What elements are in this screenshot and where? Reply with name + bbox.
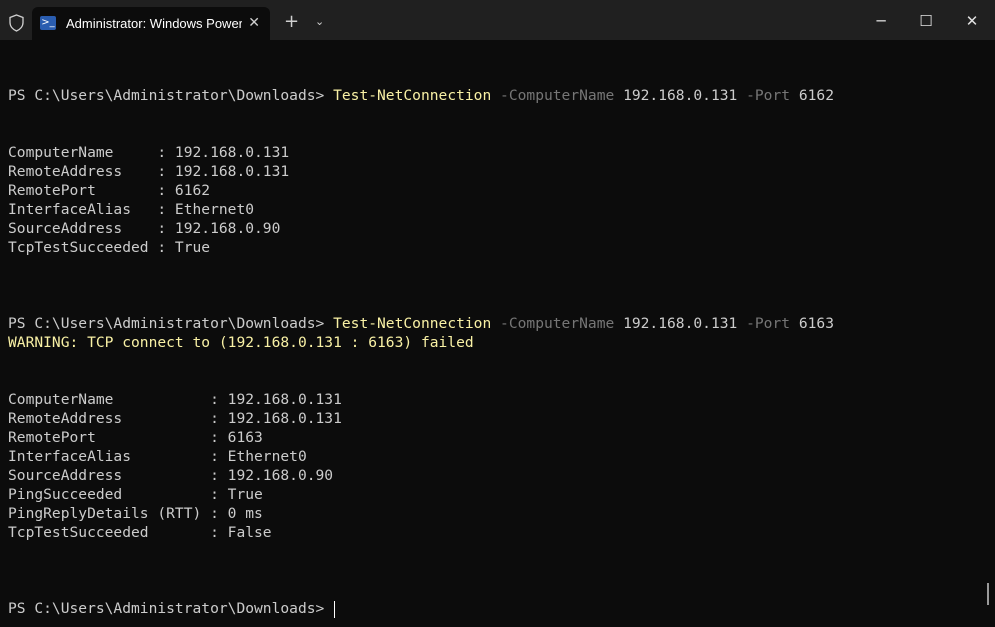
warning-line: WARNING: TCP connect to (192.168.0.131 :…: [8, 334, 474, 351]
prompt: PS C:\Users\Administrator\Downloads>: [8, 87, 334, 104]
prompt: PS C:\Users\Administrator\Downloads>: [8, 315, 334, 332]
terminal-output[interactable]: PS C:\Users\Administrator\Downloads> Tes…: [8, 86, 983, 618]
tab-title: Administrator: Windows PowerShell: [66, 16, 242, 31]
close-button[interactable]: ✕: [961, 10, 983, 32]
prompt: PS C:\Users\Administrator\Downloads>: [8, 600, 334, 617]
output-line: ComputerName : 192.168.0.131: [8, 391, 342, 408]
output-line: RemoteAddress : 192.168.0.131: [8, 163, 290, 180]
title-bar: >_ Administrator: Windows PowerShell ✕ +…: [0, 0, 995, 40]
output-line: PingReplyDetails (RTT) : 0 ms: [8, 505, 263, 522]
argument: 192.168.0.131: [623, 315, 738, 332]
output-line: SourceAddress : 192.168.0.90: [8, 467, 334, 484]
cmdlet: Test-NetConnection: [333, 315, 492, 332]
powershell-icon: >_: [40, 16, 56, 30]
chevron-down-icon[interactable]: ⌄: [315, 14, 324, 30]
output-line: RemotePort : 6163: [8, 429, 263, 446]
current-prompt-line[interactable]: PS C:\Users\Administrator\Downloads>: [8, 599, 983, 618]
new-tab-button[interactable]: +: [284, 12, 299, 32]
output-line: InterfaceAlias : Ethernet0: [8, 448, 307, 465]
output-line: PingSucceeded : True: [8, 486, 263, 503]
argument: 192.168.0.131: [623, 87, 738, 104]
minimize-button[interactable]: ─: [870, 10, 892, 32]
parameter: -Port: [746, 87, 791, 104]
parameter: -ComputerName: [500, 87, 615, 104]
output-line: TcpTestSucceeded : True: [8, 239, 211, 256]
argument: 6163: [798, 315, 834, 332]
cmdlet: Test-NetConnection: [333, 87, 492, 104]
command-line: PS C:\Users\Administrator\Downloads> Tes…: [8, 314, 983, 333]
argument: 6162: [798, 87, 834, 104]
parameter: -Port: [746, 315, 791, 332]
text-cursor: [334, 600, 336, 618]
output-line: ComputerName : 192.168.0.131: [8, 144, 290, 161]
command-line: PS C:\Users\Administrator\Downloads> Tes…: [8, 86, 983, 105]
tab-close-icon[interactable]: ✕: [248, 15, 260, 31]
output-line: RemotePort : 6162: [8, 182, 211, 199]
output-line: RemoteAddress : 192.168.0.131: [8, 410, 342, 427]
scrollbar[interactable]: [987, 583, 989, 605]
maximize-button[interactable]: ☐: [915, 10, 937, 32]
output-line: TcpTestSucceeded : False: [8, 524, 272, 541]
parameter: -ComputerName: [500, 315, 615, 332]
output-line: InterfaceAlias : Ethernet0: [8, 201, 255, 218]
output-line: SourceAddress : 192.168.0.90: [8, 220, 281, 237]
tab-powershell[interactable]: >_ Administrator: Windows PowerShell ✕: [32, 7, 270, 40]
shield-icon: [9, 14, 24, 32]
